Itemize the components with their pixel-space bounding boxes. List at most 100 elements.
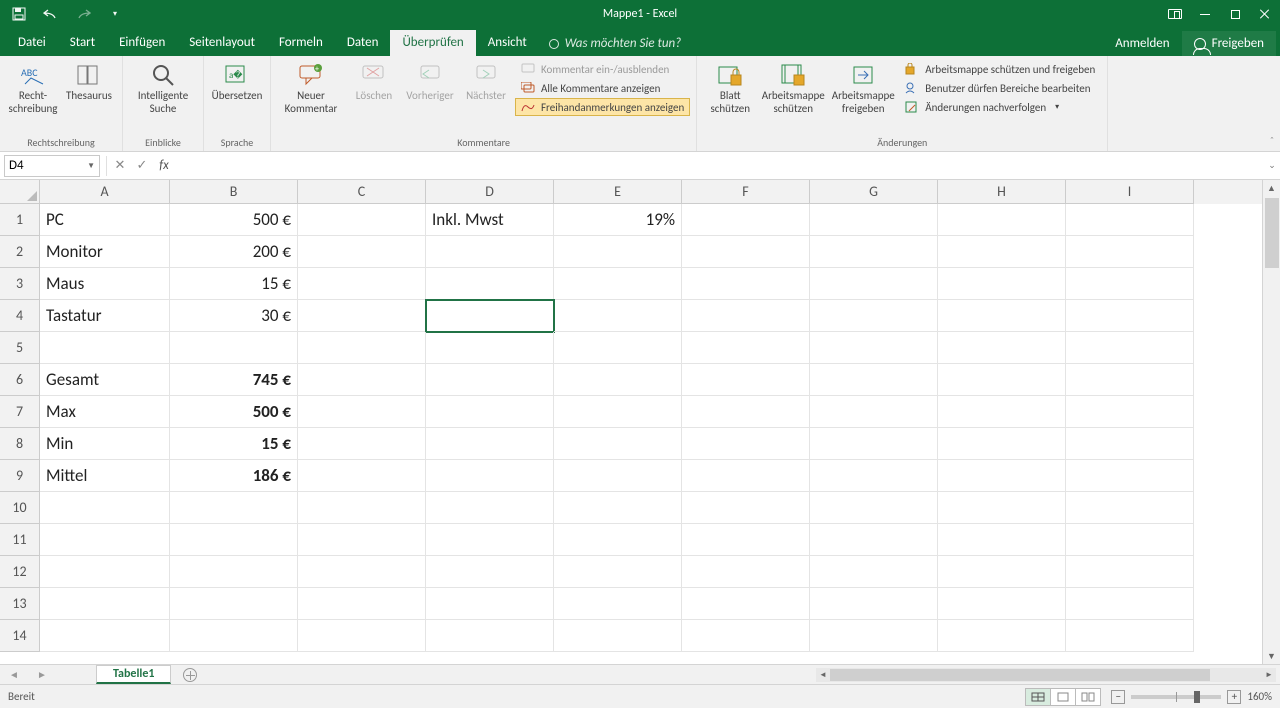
- cell[interactable]: [810, 492, 938, 524]
- cell[interactable]: [170, 524, 298, 556]
- column-header[interactable]: I: [1066, 180, 1194, 204]
- cell[interactable]: [682, 620, 810, 652]
- sign-in-button[interactable]: Anmelden: [1105, 31, 1179, 56]
- cell[interactable]: [554, 588, 682, 620]
- minimize-icon[interactable]: [1190, 0, 1220, 28]
- cell[interactable]: [426, 524, 554, 556]
- cell[interactable]: [938, 460, 1066, 492]
- cell[interactable]: [810, 204, 938, 236]
- cell[interactable]: [40, 524, 170, 556]
- horizontal-scrollbar[interactable]: ◄►: [203, 668, 1280, 682]
- translate-button[interactable]: a� Übersetzen: [210, 58, 264, 103]
- cell[interactable]: [554, 236, 682, 268]
- row-header[interactable]: 14: [0, 620, 40, 652]
- cell[interactable]: [682, 396, 810, 428]
- cell[interactable]: [426, 236, 554, 268]
- scroll-right-icon[interactable]: ►: [1262, 670, 1276, 680]
- cell[interactable]: [938, 588, 1066, 620]
- row-header[interactable]: 1: [0, 204, 40, 236]
- cell[interactable]: [170, 332, 298, 364]
- name-box[interactable]: D4▼: [4, 155, 100, 177]
- cell[interactable]: 500 €: [170, 204, 298, 236]
- cell[interactable]: [426, 492, 554, 524]
- expand-formula-bar-icon[interactable]: ⌄: [1264, 160, 1280, 171]
- tell-me-search[interactable]: Was möchten Sie tun?: [539, 31, 691, 56]
- cell[interactable]: 15 €: [170, 268, 298, 300]
- cell[interactable]: [170, 588, 298, 620]
- cell[interactable]: [1066, 620, 1194, 652]
- select-all-corner[interactable]: [0, 180, 40, 204]
- row-header[interactable]: 8: [0, 428, 40, 460]
- sheet-tab[interactable]: Tabelle1: [96, 665, 171, 684]
- hscroll-thumb[interactable]: [830, 669, 1210, 681]
- cell[interactable]: [40, 332, 170, 364]
- cell[interactable]: [426, 268, 554, 300]
- cell[interactable]: [298, 524, 426, 556]
- cell[interactable]: [170, 620, 298, 652]
- cell[interactable]: [1066, 524, 1194, 556]
- view-page-layout-icon[interactable]: [1050, 688, 1076, 706]
- cell[interactable]: [1066, 556, 1194, 588]
- column-header[interactable]: A: [40, 180, 170, 204]
- row-header[interactable]: 2: [0, 236, 40, 268]
- view-page-break-icon[interactable]: [1075, 688, 1101, 706]
- cell[interactable]: Min: [40, 428, 170, 460]
- show-ink-button[interactable]: Freihandanmerkungen anzeigen: [515, 98, 690, 116]
- row-header[interactable]: 9: [0, 460, 40, 492]
- cell[interactable]: [170, 556, 298, 588]
- column-header[interactable]: D: [426, 180, 554, 204]
- thesaurus-button[interactable]: Thesaurus: [62, 58, 116, 103]
- cell[interactable]: [298, 556, 426, 588]
- row-header[interactable]: 6: [0, 364, 40, 396]
- cell[interactable]: [938, 332, 1066, 364]
- column-header[interactable]: G: [810, 180, 938, 204]
- cell[interactable]: [426, 620, 554, 652]
- zoom-in-button[interactable]: +: [1227, 690, 1241, 704]
- cell[interactable]: [298, 620, 426, 652]
- cell[interactable]: [682, 204, 810, 236]
- cell[interactable]: 15 €: [170, 428, 298, 460]
- row-header[interactable]: 12: [0, 556, 40, 588]
- row-header[interactable]: 4: [0, 300, 40, 332]
- next-sheet-icon[interactable]: ►: [28, 668, 56, 681]
- cell[interactable]: [810, 332, 938, 364]
- tab-view[interactable]: Ansicht: [476, 30, 539, 56]
- scroll-up-icon[interactable]: ▲: [1263, 180, 1280, 196]
- vertical-scrollbar[interactable]: ▲ ▼: [1262, 180, 1280, 664]
- cell[interactable]: [1066, 364, 1194, 396]
- cell[interactable]: [554, 268, 682, 300]
- cell[interactable]: Mittel: [40, 460, 170, 492]
- cell[interactable]: [1066, 300, 1194, 332]
- cell[interactable]: Gesamt: [40, 364, 170, 396]
- tab-data[interactable]: Daten: [335, 30, 391, 56]
- cell[interactable]: [938, 396, 1066, 428]
- cell[interactable]: [938, 428, 1066, 460]
- cell[interactable]: [298, 204, 426, 236]
- cell[interactable]: [298, 236, 426, 268]
- cell[interactable]: [938, 204, 1066, 236]
- cell[interactable]: [810, 588, 938, 620]
- allow-edit-ranges-button[interactable]: Benutzer dürfen Bereiche bearbeiten: [899, 79, 1101, 97]
- protect-share-button[interactable]: Arbeitsmappe schützen und freigeben: [899, 60, 1101, 78]
- cell[interactable]: [810, 236, 938, 268]
- cell[interactable]: [682, 268, 810, 300]
- cell[interactable]: [554, 300, 682, 332]
- cell[interactable]: [554, 556, 682, 588]
- track-changes-button[interactable]: Änderungen nachverfolgen▾: [899, 98, 1101, 116]
- prev-sheet-icon[interactable]: ◄: [0, 668, 28, 681]
- cell[interactable]: [1066, 492, 1194, 524]
- cell[interactable]: [298, 492, 426, 524]
- zoom-slider[interactable]: [1131, 695, 1221, 699]
- cell[interactable]: [1066, 332, 1194, 364]
- column-header[interactable]: H: [938, 180, 1066, 204]
- cell[interactable]: [810, 460, 938, 492]
- cell[interactable]: [938, 236, 1066, 268]
- cell[interactable]: [298, 268, 426, 300]
- tab-file[interactable]: Datei: [6, 30, 58, 56]
- cell[interactable]: [554, 332, 682, 364]
- cell[interactable]: 745 €: [170, 364, 298, 396]
- cell[interactable]: [682, 364, 810, 396]
- cell[interactable]: [682, 588, 810, 620]
- spelling-button[interactable]: ABC Recht- schreibung: [6, 58, 60, 115]
- cell[interactable]: [938, 364, 1066, 396]
